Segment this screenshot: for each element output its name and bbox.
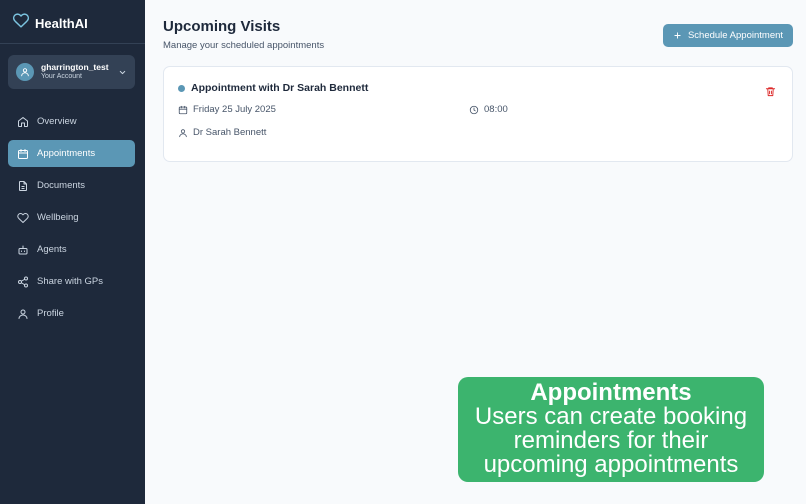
appointment-card: Appointment with Dr Sarah Bennett Friday… <box>163 66 793 162</box>
sidebar-item-wellbeing[interactable]: Wellbeing <box>8 204 135 231</box>
banner-text: Users can create booking reminders for t… <box>474 402 748 478</box>
sidebar-nav: Overview Appointments Documents Wellbein… <box>8 108 135 332</box>
sidebar-item-label: Share with GPs <box>37 276 103 287</box>
heart-icon <box>17 212 29 223</box>
heart-logo-icon <box>12 12 30 34</box>
appointment-time-text: 08:00 <box>484 104 508 115</box>
sidebar-divider <box>0 43 145 44</box>
status-dot <box>178 85 185 92</box>
banner-title: Appointments <box>530 378 692 406</box>
sidebar: HealthAI gharrington_test Your Account O… <box>0 0 145 504</box>
sidebar-item-agents[interactable]: Agents <box>8 236 135 263</box>
sidebar-item-share-with-gps[interactable]: Share with GPs <box>8 268 135 295</box>
bot-icon <box>18 245 28 254</box>
sidebar-item-label: Documents <box>37 180 86 191</box>
trash-icon <box>765 87 776 97</box>
avatar <box>16 63 34 81</box>
schedule-appointment-label: Schedule Appointment <box>687 30 784 41</box>
sidebar-item-label: Appointments <box>37 148 96 159</box>
schedule-appointment-button[interactable]: Schedule Appointment <box>663 24 793 47</box>
account-username: gharrington_test <box>41 62 109 73</box>
appointment-doctor: Dr Sarah Bennett <box>178 127 266 138</box>
plus-icon <box>674 32 681 39</box>
page-title: Upcoming Visits <box>163 18 281 35</box>
account-subtitle: Your Account <box>41 72 82 80</box>
document-icon <box>19 180 27 191</box>
sidebar-item-label: Overview <box>37 116 77 127</box>
sidebar-item-label: Wellbeing <box>37 212 79 223</box>
user-icon <box>18 309 28 319</box>
user-avatar-icon <box>21 68 29 77</box>
appointment-doctor-text: Dr Sarah Bennett <box>193 127 267 138</box>
sidebar-item-documents[interactable]: Documents <box>8 172 135 199</box>
brand[interactable]: HealthAI <box>12 13 88 33</box>
sidebar-item-appointments[interactable]: Appointments <box>8 140 135 167</box>
sidebar-item-label: Agents <box>37 244 67 255</box>
appointment-date: Friday 25 July 2025 <box>178 104 276 115</box>
brand-name: HealthAI <box>35 15 88 31</box>
sidebar-item-label: Profile <box>37 308 64 319</box>
calendar-icon <box>18 148 28 159</box>
clock-icon <box>469 105 479 114</box>
calendar-icon <box>178 105 188 114</box>
account-switcher[interactable]: gharrington_test Your Account <box>8 55 135 89</box>
share-icon <box>18 276 28 287</box>
home-icon <box>18 116 28 127</box>
appointment-time: 08:00 <box>469 104 508 115</box>
page-subtitle: Manage your scheduled appointments <box>163 40 325 51</box>
user-icon <box>179 128 187 137</box>
feature-banner: Appointments Users can create booking re… <box>458 377 764 482</box>
appointment-title: Appointment with Dr Sarah Bennett <box>191 82 369 94</box>
sidebar-item-overview[interactable]: Overview <box>8 108 135 135</box>
delete-appointment-button[interactable] <box>765 84 776 102</box>
appointment-date-text: Friday 25 July 2025 <box>193 104 276 115</box>
sidebar-item-profile[interactable]: Profile <box>8 300 135 327</box>
chevron-down-icon <box>118 68 127 77</box>
